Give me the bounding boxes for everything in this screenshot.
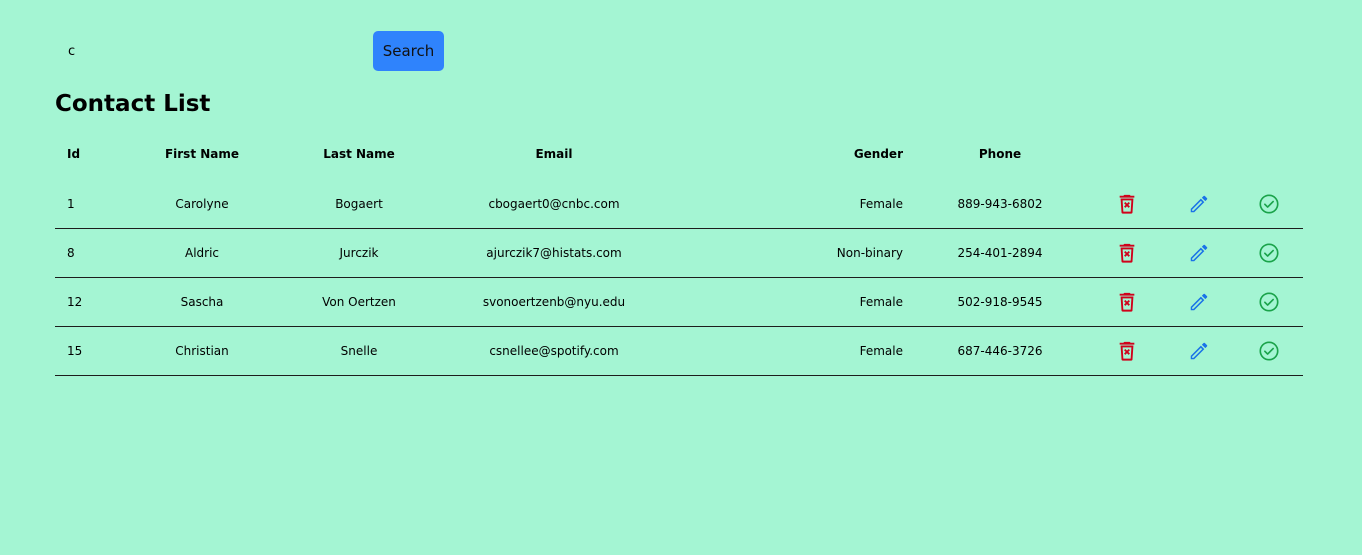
pencil-icon[interactable] — [1188, 193, 1210, 215]
cell-confirm — [1235, 180, 1303, 229]
cell-phone: 889-943-6802 — [909, 180, 1091, 229]
cell-confirm — [1235, 326, 1303, 376]
column-header-last-name: Last Name — [323, 147, 395, 161]
check-circle-icon[interactable] — [1258, 242, 1280, 264]
column-header-id: Id — [67, 147, 81, 161]
column-header-edit — [1163, 128, 1235, 180]
cell-edit — [1163, 228, 1235, 278]
cell-id: 12 — [55, 277, 125, 327]
column-header-email: Email — [535, 147, 573, 161]
check-circle-icon[interactable] — [1258, 291, 1280, 313]
cell-edit — [1163, 326, 1235, 376]
pencil-icon[interactable] — [1188, 340, 1210, 362]
cell-phone: 502-918-9545 — [909, 277, 1091, 327]
table-row: 15 Christian Snelle csnellee@spotify.com… — [55, 326, 1303, 376]
cell-gender: Female — [669, 180, 909, 229]
cell-first-name: Sascha — [125, 277, 279, 327]
pencil-icon[interactable] — [1188, 291, 1210, 313]
column-header-delete — [1091, 128, 1163, 180]
cell-email: ajurczik7@histats.com — [439, 228, 669, 278]
column-header-phone: Phone — [978, 147, 1022, 161]
cell-confirm — [1235, 228, 1303, 278]
table-row: 12 Sascha Von Oertzen svonoertzenb@nyu.e… — [55, 277, 1303, 327]
cell-email: svonoertzenb@nyu.edu — [439, 277, 669, 327]
cell-id: 15 — [55, 326, 125, 376]
check-circle-icon[interactable] — [1258, 340, 1280, 362]
search-input[interactable] — [55, 31, 355, 71]
page-title: Contact List — [55, 91, 211, 117]
cell-last-name: Jurczik — [279, 228, 439, 278]
search-button[interactable]: Search — [373, 31, 444, 71]
cell-delete — [1091, 180, 1163, 229]
cell-gender: Female — [669, 326, 909, 376]
cell-email: cbogaert0@cnbc.com — [439, 180, 669, 229]
cell-id: 8 — [55, 228, 125, 278]
cell-first-name: Carolyne — [125, 180, 279, 229]
cell-delete — [1091, 228, 1163, 278]
trash-icon[interactable] — [1116, 340, 1138, 362]
pencil-icon[interactable] — [1188, 242, 1210, 264]
cell-id: 1 — [55, 180, 125, 229]
cell-first-name: Aldric — [125, 228, 279, 278]
cell-edit — [1163, 180, 1235, 229]
check-circle-icon[interactable] — [1258, 193, 1280, 215]
column-header-first-name: First Name — [164, 147, 240, 161]
cell-gender: Non-binary — [669, 228, 909, 278]
cell-last-name: Snelle — [279, 326, 439, 376]
cell-phone: 687-446-3726 — [909, 326, 1091, 376]
trash-icon[interactable] — [1116, 193, 1138, 215]
column-header-confirm — [1235, 128, 1303, 180]
cell-confirm — [1235, 277, 1303, 327]
cell-email: csnellee@spotify.com — [439, 326, 669, 376]
cell-phone: 254-401-2894 — [909, 228, 1091, 278]
cell-edit — [1163, 277, 1235, 327]
cell-last-name: Von Oertzen — [279, 277, 439, 327]
cell-delete — [1091, 326, 1163, 376]
table-row: 8 Aldric Jurczik ajurczik7@histats.com N… — [55, 228, 1303, 278]
contacts-table: Id First Name Last Name Email Gender Pho… — [55, 128, 1303, 376]
table-header-row: Id First Name Last Name Email Gender Pho… — [55, 128, 1303, 180]
column-header-gender: Gender — [853, 147, 903, 161]
table-row: 1 Carolyne Bogaert cbogaert0@cnbc.com Fe… — [55, 180, 1303, 229]
cell-last-name: Bogaert — [279, 180, 439, 229]
cell-delete — [1091, 277, 1163, 327]
cell-first-name: Christian — [125, 326, 279, 376]
trash-icon[interactable] — [1116, 291, 1138, 313]
trash-icon[interactable] — [1116, 242, 1138, 264]
cell-gender: Female — [669, 277, 909, 327]
search-bar: Search — [55, 31, 455, 71]
